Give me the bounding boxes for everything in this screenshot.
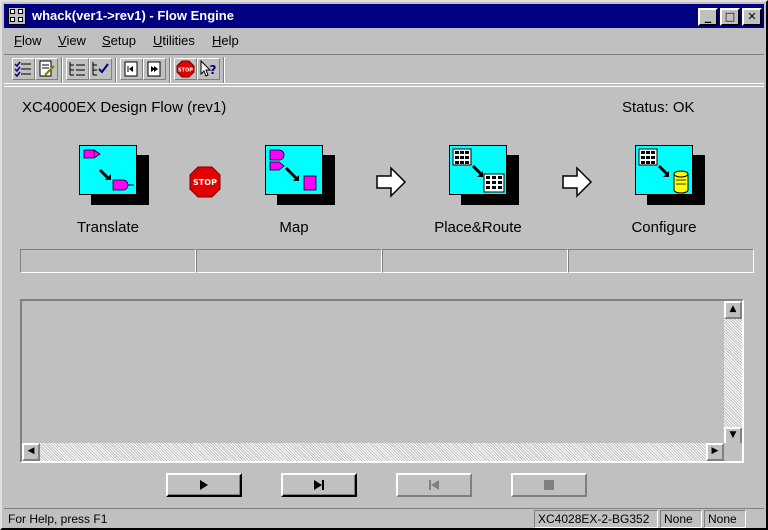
menu-flow[interactable]: Flow — [14, 33, 41, 48]
stop-square-icon — [544, 480, 554, 490]
run-button[interactable] — [166, 473, 242, 497]
scroll-corner — [724, 443, 742, 461]
step-label: Configure — [631, 219, 697, 236]
arrow-right-icon — [374, 165, 408, 199]
horizontal-scrollbar[interactable]: ◀ ▶ — [22, 443, 724, 461]
svg-text:STOP: STOP — [193, 178, 217, 187]
status-field-2: None — [660, 510, 702, 528]
step-label: Map — [279, 219, 309, 236]
flow-engine-window: whack(ver1->rev1) - Flow Engine _ □ ✕ Fl… — [0, 0, 768, 530]
menu-utilities[interactable]: Utilities — [153, 33, 195, 48]
title-bar[interactable]: whack(ver1->rev1) - Flow Engine _ □ ✕ — [4, 4, 764, 28]
stop-icon[interactable]: STOP — [174, 58, 197, 80]
step-label: Translate — [77, 219, 139, 236]
menu-view[interactable]: View — [58, 33, 86, 48]
flow-panel: XC4000EX Design Flow (rev1) Status: OK T… — [4, 86, 764, 508]
step-forward-icon[interactable] — [143, 58, 166, 80]
step-back-button[interactable] — [396, 473, 472, 497]
step-translate[interactable]: Translate — [48, 145, 168, 236]
play-icon — [200, 480, 208, 490]
step-map[interactable]: Map — [234, 145, 354, 236]
log-output[interactable]: ▲ ▼ ◀ ▶ — [20, 299, 744, 463]
toolbar-separator — [169, 57, 171, 83]
close-button[interactable]: ✕ — [742, 8, 762, 26]
arrow-right-icon — [560, 165, 594, 199]
design-flow-heading: XC4000EX Design Flow (rev1) — [22, 99, 227, 116]
translate-icon[interactable] — [79, 145, 149, 205]
step-forward-icon — [314, 480, 324, 490]
svg-text:STOP: STOP — [178, 68, 193, 74]
scroll-left-icon[interactable]: ◀ — [22, 443, 40, 461]
minimize-button[interactable]: _ — [698, 8, 718, 26]
stop-sign-icon: STOP — [188, 165, 222, 199]
vertical-scrollbar[interactable]: ▲ ▼ — [724, 301, 742, 445]
map-icon[interactable] — [265, 145, 335, 205]
place-route-icon[interactable] — [449, 145, 519, 205]
status-label: Status: OK — [622, 99, 695, 116]
progress-row — [20, 249, 754, 273]
step-button[interactable] — [281, 473, 357, 497]
menu-help[interactable]: Help — [212, 33, 239, 48]
context-help-icon[interactable]: ? — [197, 58, 220, 80]
step-back-icon[interactable] — [120, 58, 143, 80]
tree-list-icon[interactable] — [66, 58, 89, 80]
edit-doc-icon[interactable] — [35, 58, 58, 80]
toolbar-separator — [61, 57, 63, 83]
tree-check-icon[interactable] — [89, 58, 112, 80]
step-label: Place&Route — [434, 219, 522, 236]
configure-icon[interactable] — [635, 145, 705, 205]
menu-setup[interactable]: Setup — [102, 33, 136, 48]
configure-progress — [568, 249, 754, 273]
translate-progress — [20, 249, 196, 273]
status-bar: For Help, press F1 XC4028EX-2-BG352 None… — [4, 508, 764, 528]
place-route-progress — [382, 249, 568, 273]
device-indicator: XC4028EX-2-BG352 — [534, 510, 658, 528]
toolbar-separator — [115, 57, 117, 83]
scroll-right-icon[interactable]: ▶ — [706, 443, 724, 461]
step-place-route[interactable]: Place&Route — [418, 145, 538, 236]
step-configure[interactable]: Configure — [604, 145, 724, 236]
menu-bar: Flow View Setup Utilities Help — [4, 30, 764, 52]
step-back-icon — [429, 480, 439, 490]
toolbar: STOP ? — [4, 54, 764, 84]
maximize-button[interactable]: □ — [720, 8, 740, 26]
stop-button[interactable] — [511, 473, 587, 497]
list-check-icon[interactable] — [12, 58, 35, 80]
map-progress — [196, 249, 382, 273]
window-title: whack(ver1->rev1) - Flow Engine — [32, 8, 234, 23]
svg-text:?: ? — [210, 63, 217, 77]
app-icon[interactable] — [8, 7, 26, 25]
status-field-3: None — [704, 510, 746, 528]
help-hint: For Help, press F1 — [8, 512, 108, 526]
toolbar-separator — [223, 57, 225, 83]
scroll-up-icon[interactable]: ▲ — [724, 301, 742, 319]
